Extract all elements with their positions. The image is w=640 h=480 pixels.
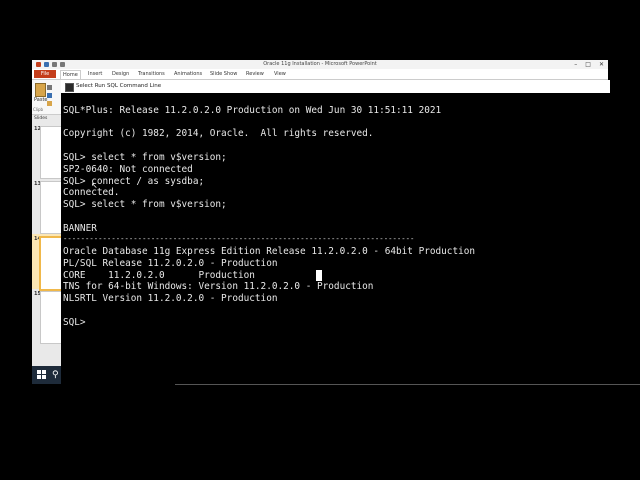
console-line: NLSRTL Version 11.2.0.2.0 - Production [63, 293, 278, 304]
console-line: ----------------------------------------… [63, 234, 415, 243]
close-icon[interactable]: ✕ [599, 60, 604, 69]
minimize-icon[interactable]: – [574, 60, 577, 69]
slide-thumbnail-14[interactable]: 14 [32, 234, 64, 291]
console-line: SQL> connect / as sysdba; [63, 176, 205, 187]
console-line: SP2-0640: Not connected [63, 164, 193, 175]
tab-insert[interactable]: Insert [86, 70, 104, 78]
tab-file[interactable]: File [34, 70, 56, 78]
console-line: TNS for 64-bit Windows: Version 11.2.0.2… [63, 281, 374, 292]
tab-home[interactable]: Home [60, 70, 81, 79]
paste-button-label[interactable]: Paste [34, 97, 48, 103]
tab-review[interactable]: Review [244, 70, 266, 78]
slide-preview [40, 291, 63, 344]
format-painter-icon[interactable] [47, 101, 52, 106]
copy-icon[interactable] [47, 93, 52, 98]
tab-animations[interactable]: Animations [172, 70, 204, 78]
console-line: BANNER [63, 223, 97, 234]
search-icon[interactable]: ⚲ [52, 370, 59, 380]
tab-design[interactable]: Design [110, 70, 131, 78]
terminal-icon [65, 83, 74, 92]
console-line: CORE 11.2.0.2.0 Production [63, 270, 255, 281]
window-controls: – □ ✕ [574, 60, 604, 69]
sql-console[interactable]: SQL*Plus: Release 11.2.0.2.0 Production … [61, 93, 610, 385]
taskbar: ⚲ [32, 366, 64, 384]
slide-thumbnail-13[interactable]: 13 [32, 179, 64, 234]
sql-window-title: Select Run SQL Command Line [76, 83, 162, 89]
console-line: SQL> select * from v$version; [63, 152, 227, 163]
sql-window-titlebar[interactable]: Select Run SQL Command Line [61, 80, 610, 94]
divider [175, 384, 640, 385]
cut-icon[interactable] [47, 85, 52, 90]
tab-slide-show[interactable]: Slide Show [208, 70, 239, 78]
windows-start-icon[interactable] [37, 370, 47, 380]
ribbon-tabs: File Home Insert Design Transitions Anim… [32, 69, 608, 80]
console-line: SQL*Plus: Release 11.2.0.2.0 Production … [63, 105, 442, 116]
slide-preview [40, 181, 63, 234]
slide-thumbnail-12[interactable]: 12 [32, 124, 64, 179]
clipboard-group-label: Clipb [33, 107, 44, 112]
text-cursor [316, 270, 322, 281]
powerpoint-titlebar: Oracle 11g Installation - Microsoft Powe… [32, 60, 608, 69]
paste-icon[interactable] [35, 83, 46, 97]
slide-thumbnail-15[interactable]: 15 [32, 289, 64, 344]
mouse-pointer-icon: ↖ [91, 181, 98, 190]
slide-preview [40, 126, 63, 179]
console-line: PL/SQL Release 11.2.0.2.0 - Production [63, 258, 278, 269]
console-line: Oracle Database 11g Express Edition Rele… [63, 246, 476, 257]
tab-transitions[interactable]: Transitions [136, 70, 167, 78]
console-line: Copyright (c) 1982, 2014, Oracle. All ri… [63, 128, 374, 139]
slides-tab[interactable]: Slides [34, 116, 47, 121]
window-title: Oracle 11g Installation - Microsoft Powe… [263, 61, 377, 67]
console-line: SQL> select * from v$version; [63, 199, 227, 210]
maximize-icon[interactable]: □ [585, 60, 591, 69]
console-prompt: SQL> [63, 317, 86, 328]
tab-view[interactable]: View [272, 70, 288, 78]
